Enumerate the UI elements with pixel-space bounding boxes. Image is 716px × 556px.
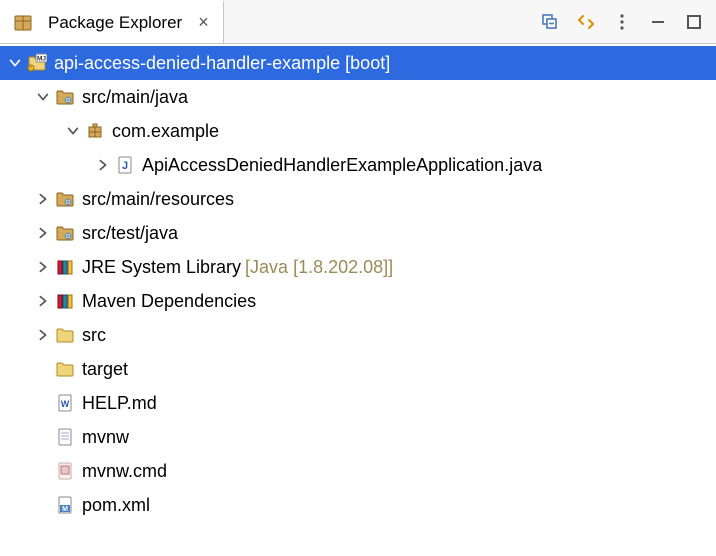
tree-item-label: ApiAccessDeniedHandlerExampleApplication…	[142, 155, 542, 176]
expand-arrow-icon[interactable]	[32, 324, 54, 346]
tree-item-label: api-access-denied-handler-example [boot]	[54, 53, 390, 74]
tree-item-package[interactable]: com.example	[0, 114, 716, 148]
view-tab-package-explorer[interactable]: Package Explorer ×	[0, 0, 224, 43]
source-folder-icon	[54, 222, 76, 244]
expand-arrow-icon[interactable]	[4, 52, 26, 74]
tree-item-src-main-resources[interactable]: src/main/resources	[0, 182, 716, 216]
library-icon	[54, 290, 76, 312]
library-icon	[54, 256, 76, 278]
java-file-icon	[114, 154, 136, 176]
package-explorer-icon	[12, 12, 34, 34]
expand-arrow-icon[interactable]	[62, 120, 84, 142]
tree-item-pom-xml[interactable]: pom.xml	[0, 488, 716, 522]
expand-arrow-icon[interactable]	[32, 188, 54, 210]
tree-item-label: HELP.md	[82, 393, 157, 414]
tree-item-target-folder[interactable]: target	[0, 352, 716, 386]
view-tab-title: Package Explorer	[48, 13, 182, 33]
close-icon[interactable]: ×	[196, 12, 211, 33]
collapse-all-button[interactable]	[538, 10, 562, 34]
tree-item-maven-deps[interactable]: Maven Dependencies	[0, 284, 716, 318]
tree-item-label: JRE System Library	[82, 257, 241, 278]
tree-item-src-main-java[interactable]: src/main/java	[0, 80, 716, 114]
view-header: Package Explorer ×	[0, 0, 716, 44]
minimize-view-button[interactable]	[646, 10, 670, 34]
file-icon	[54, 426, 76, 448]
tree-item-project[interactable]: api-access-denied-handler-example [boot]	[0, 46, 716, 80]
tree-item-suffix: [Java [1.8.202.08]]	[245, 257, 393, 278]
tree-item-label: com.example	[112, 121, 219, 142]
tree-item-label: src	[82, 325, 106, 346]
tree-item-label: src/test/java	[82, 223, 178, 244]
project-icon	[26, 52, 48, 74]
project-tree: api-access-denied-handler-example [boot]…	[0, 44, 716, 522]
expand-arrow-icon[interactable]	[32, 256, 54, 278]
tree-item-mvnw[interactable]: mvnw	[0, 420, 716, 454]
expand-arrow-icon[interactable]	[92, 154, 114, 176]
view-menu-button[interactable]	[610, 10, 634, 34]
tree-item-label: pom.xml	[82, 495, 150, 516]
tree-item-label: mvnw.cmd	[82, 461, 167, 482]
maximize-view-button[interactable]	[682, 10, 706, 34]
cmd-file-icon	[54, 460, 76, 482]
tree-item-java-file[interactable]: ApiAccessDeniedHandlerExampleApplication…	[0, 148, 716, 182]
doc-file-icon	[54, 392, 76, 414]
tree-item-label: target	[82, 359, 128, 380]
folder-icon	[54, 358, 76, 380]
tree-item-label: src/main/resources	[82, 189, 234, 210]
view-toolbar	[528, 0, 716, 43]
xml-file-icon	[54, 494, 76, 516]
tree-item-src-folder[interactable]: src	[0, 318, 716, 352]
link-with-editor-button[interactable]	[574, 10, 598, 34]
tree-item-jre-library[interactable]: JRE System Library [Java [1.8.202.08]]	[0, 250, 716, 284]
expand-arrow-icon[interactable]	[32, 86, 54, 108]
tree-item-label: src/main/java	[82, 87, 188, 108]
tree-item-src-test-java[interactable]: src/test/java	[0, 216, 716, 250]
tree-item-label: Maven Dependencies	[82, 291, 256, 312]
source-folder-icon	[54, 188, 76, 210]
tree-item-label: mvnw	[82, 427, 129, 448]
source-folder-icon	[54, 86, 76, 108]
package-icon	[84, 120, 106, 142]
tree-item-mvnw-cmd[interactable]: mvnw.cmd	[0, 454, 716, 488]
folder-icon	[54, 324, 76, 346]
expand-arrow-icon[interactable]	[32, 222, 54, 244]
expand-arrow-icon[interactable]	[32, 290, 54, 312]
tree-item-help-md[interactable]: HELP.md	[0, 386, 716, 420]
